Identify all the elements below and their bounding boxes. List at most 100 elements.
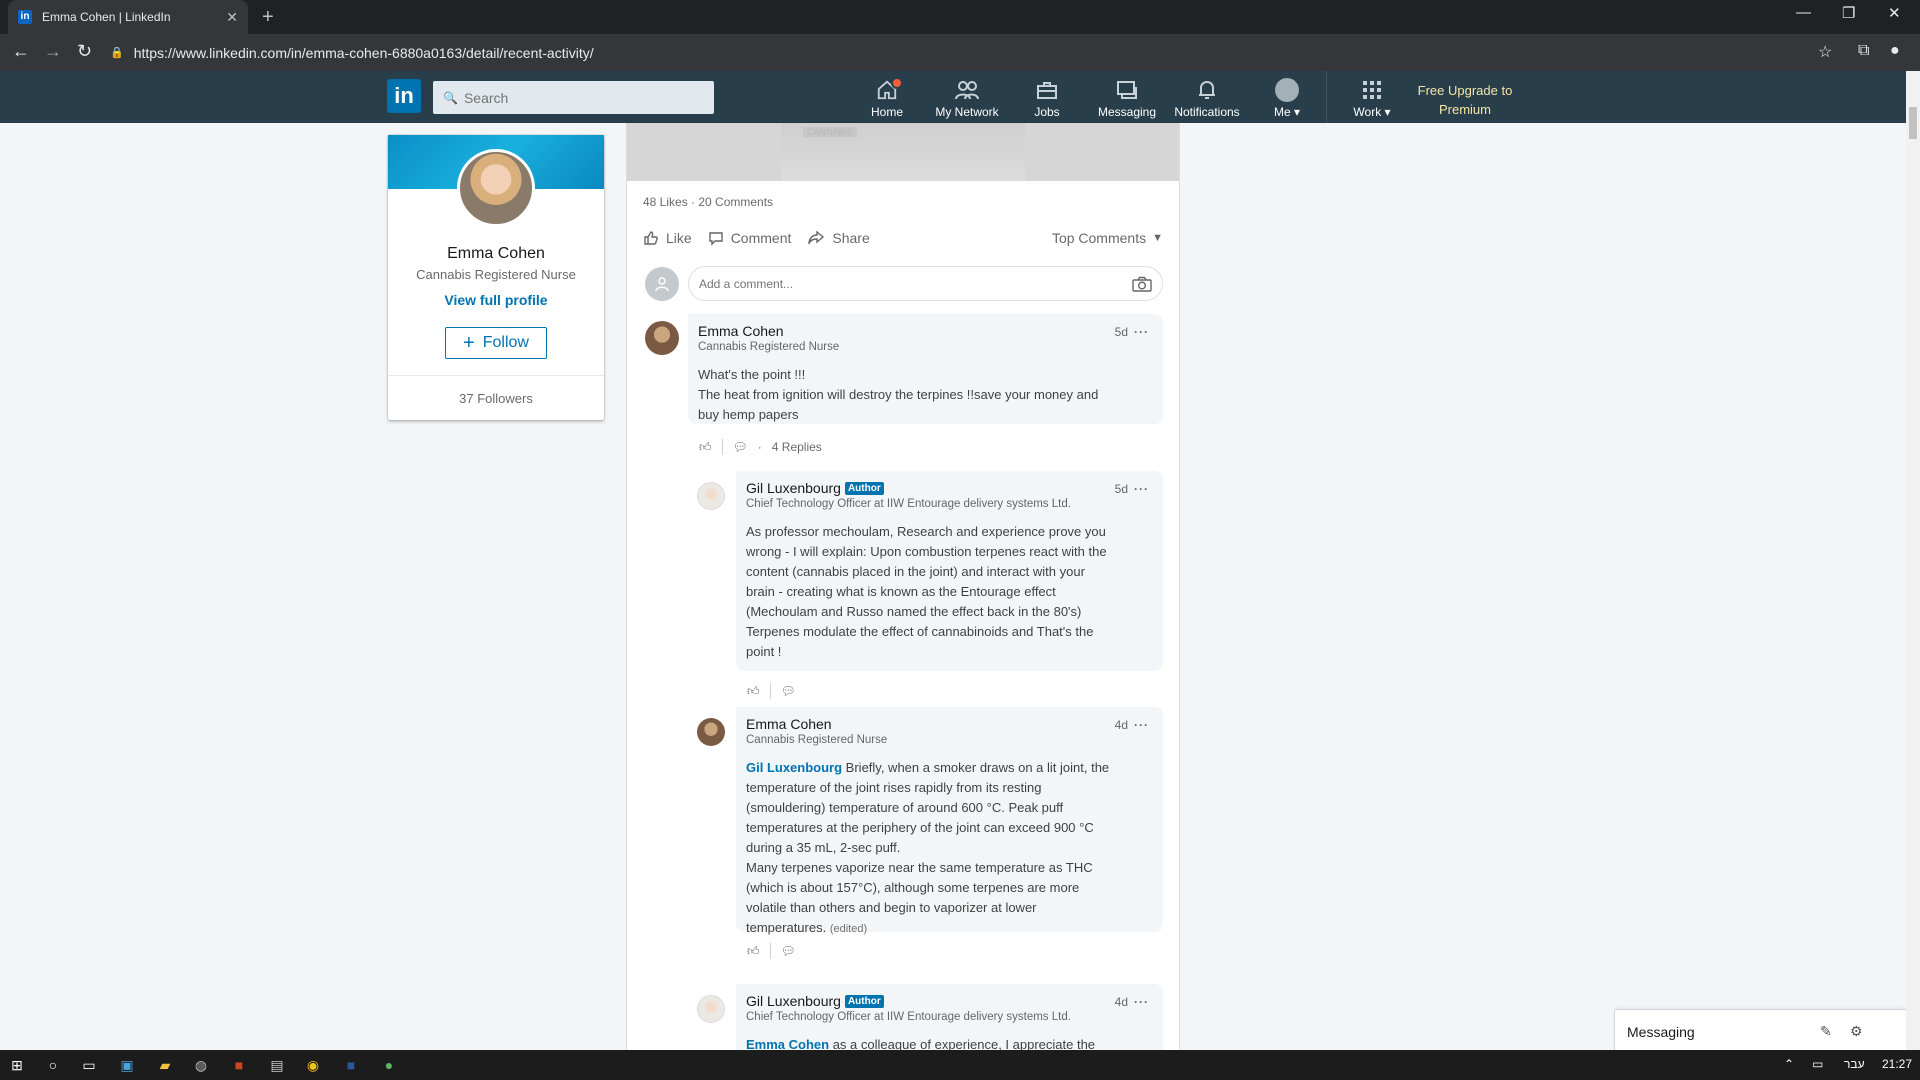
- post-image-caption: CANNABIS: [803, 127, 858, 137]
- edited-label: (edited): [829, 923, 868, 935]
- profile-avatar[interactable]: [457, 149, 535, 227]
- network-icon: [925, 77, 1009, 103]
- follow-button[interactable]: + Follow: [445, 327, 547, 359]
- like-button[interactable]: Like: [643, 230, 692, 246]
- nav-label: Messaging: [1097, 105, 1157, 119]
- more-options-icon[interactable]: ···: [1134, 325, 1149, 339]
- compose-icon[interactable]: ✎: [1820, 1023, 1832, 1040]
- post-image[interactable]: CANNABIS: [627, 123, 1179, 181]
- close-window-icon[interactable]: ✕: [1888, 4, 1901, 22]
- restore-icon[interactable]: ❐: [1842, 4, 1855, 22]
- reply-author-avatar[interactable]: [697, 995, 725, 1023]
- share-button[interactable]: Share: [807, 230, 870, 246]
- clock[interactable]: 21:27: [1882, 1057, 1912, 1071]
- app-green-icon[interactable]: ●: [378, 1054, 400, 1076]
- linkedin-favicon-icon: in: [18, 10, 32, 24]
- url-field[interactable]: 🔒 https://www.linkedin.com/in/emma-cohen…: [110, 39, 1820, 66]
- minimize-icon[interactable]: —: [1796, 4, 1811, 21]
- nav-label: Jobs: [1034, 105, 1060, 119]
- premium-upgrade-link[interactable]: Free Upgrade to Premium: [1405, 81, 1525, 119]
- close-tab-icon[interactable]: ✕: [226, 9, 238, 26]
- comment-author-name[interactable]: Emma Cohen: [698, 323, 784, 339]
- reply-author-avatar[interactable]: [697, 718, 725, 746]
- more-options-icon[interactable]: ···: [1134, 482, 1149, 496]
- search-icon: 🔍: [443, 90, 458, 105]
- camera-icon: [1132, 276, 1152, 292]
- post-social-counts[interactable]: 48 Likes · 20 Comments: [643, 195, 773, 209]
- share-label: Share: [832, 230, 870, 246]
- word-icon[interactable]: ■: [340, 1054, 362, 1076]
- comment-actions: 👍︎ 💬︎ · 4 Replies: [699, 439, 822, 455]
- task-view-icon[interactable]: ▭: [78, 1054, 100, 1076]
- forward-icon[interactable]: →: [44, 41, 62, 62]
- reply-text: Gil Luxenbourg Briefly, when a smoker dr…: [746, 760, 1110, 935]
- add-comment-input[interactable]: [699, 276, 1132, 291]
- nav-work[interactable]: Work ▾: [1330, 77, 1414, 119]
- replies-count[interactable]: 4 Replies: [772, 440, 822, 454]
- nav-home[interactable]: Home: [845, 77, 929, 119]
- nav-me[interactable]: Me ▾: [1245, 77, 1329, 119]
- search-input[interactable]: [463, 89, 694, 106]
- reply-icon[interactable]: 💬︎: [733, 440, 748, 454]
- reply-author-subtitle: Chief Technology Officer at IIW Entourag…: [746, 498, 1071, 510]
- post-actions-bar: Like Comment Share Top Comments ▼: [643, 230, 1163, 246]
- feed-post: CANNABIS 48 Likes · 20 Comments Like Com…: [627, 123, 1179, 1053]
- bookmark-star-icon[interactable]: ☆: [1818, 42, 1832, 62]
- grid-icon: [1330, 77, 1414, 103]
- nav-jobs[interactable]: Jobs: [1005, 77, 1089, 119]
- more-options-icon[interactable]: ···: [1134, 995, 1149, 1009]
- share-icon: [808, 230, 825, 245]
- gear-icon[interactable]: ⚙: [1850, 1023, 1863, 1040]
- network-tray-icon[interactable]: ▭: [1812, 1057, 1823, 1071]
- page-scrollbar[interactable]: [1906, 71, 1920, 1053]
- more-options-icon[interactable]: ···: [1134, 718, 1149, 732]
- view-full-profile-link[interactable]: View full profile: [388, 292, 604, 308]
- current-user-avatar: [645, 267, 679, 301]
- comment-button[interactable]: Comment: [708, 230, 791, 246]
- briefcase-icon: [1005, 77, 1089, 103]
- windows-start-icon[interactable]: ⊞: [6, 1054, 28, 1076]
- reply-author-name[interactable]: Emma Cohen: [746, 716, 832, 732]
- nav-label: Me ▾: [1273, 105, 1301, 119]
- thumbs-up-icon[interactable]: 👍︎: [747, 944, 760, 959]
- new-tab-icon[interactable]: +: [262, 6, 274, 29]
- search-box[interactable]: 🔍: [433, 81, 714, 114]
- reply-author-name[interactable]: Gil Luxenbourg Author: [746, 480, 884, 496]
- linkedin-logo[interactable]: in: [387, 79, 421, 113]
- tray-chevron-icon[interactable]: ⌃: [1784, 1057, 1794, 1071]
- app-icon[interactable]: ◍: [190, 1054, 212, 1076]
- comment-text: What's the point !!! The heat from ignit…: [698, 367, 1099, 422]
- cortana-icon[interactable]: ○: [42, 1054, 64, 1076]
- language-indicator[interactable]: עבר: [1844, 1057, 1865, 1071]
- browser-tab[interactable]: in Emma Cohen | LinkedIn ✕: [8, 0, 248, 34]
- mention-link[interactable]: Gil Luxenbourg: [746, 760, 842, 775]
- extension-icon[interactable]: ⧉: [1858, 42, 1869, 60]
- desktop-app-icon[interactable]: ▣: [116, 1054, 138, 1076]
- chrome-icon[interactable]: ◉: [302, 1054, 324, 1076]
- profile-card: Emma Cohen Cannabis Registered Nurse Vie…: [388, 135, 604, 420]
- profile-icon[interactable]: ●: [1890, 42, 1900, 60]
- reply-icon[interactable]: 💬︎: [781, 684, 796, 698]
- reply-author-avatar[interactable]: [697, 482, 725, 510]
- profile-name[interactable]: Emma Cohen: [388, 245, 604, 263]
- nav-my-network[interactable]: My Network: [925, 77, 1009, 119]
- comment-author-avatar[interactable]: [645, 321, 679, 355]
- thumbs-up-icon[interactable]: 👍︎: [699, 440, 712, 455]
- back-icon[interactable]: ←: [12, 41, 30, 62]
- add-comment-box[interactable]: [688, 266, 1163, 301]
- nav-messaging[interactable]: Messaging: [1085, 77, 1169, 119]
- reload-icon[interactable]: ↻: [77, 41, 92, 62]
- app-window-icon[interactable]: ▤: [266, 1054, 288, 1076]
- reply-author-name[interactable]: Gil Luxenbourg Author: [746, 993, 884, 1009]
- powerpoint-icon[interactable]: ■: [228, 1054, 250, 1076]
- scrollbar-thumb[interactable]: [1909, 107, 1917, 139]
- profile-headline: Cannabis Registered Nurse: [416, 267, 576, 282]
- reply-author-subtitle: Chief Technology Officer at IIW Entourag…: [746, 1011, 1071, 1023]
- reply: Emma Cohen Cannabis Registered Nurse 4d ·…: [736, 707, 1163, 935]
- nav-notifications[interactable]: Notifications: [1165, 77, 1249, 119]
- sort-comments-dropdown[interactable]: Top Comments ▼: [1052, 230, 1163, 246]
- reply-icon[interactable]: 💬︎: [781, 944, 796, 958]
- dot-separator: ·: [757, 440, 762, 454]
- thumbs-up-icon[interactable]: 👍︎: [747, 684, 760, 699]
- file-explorer-icon[interactable]: ▰: [154, 1054, 176, 1076]
